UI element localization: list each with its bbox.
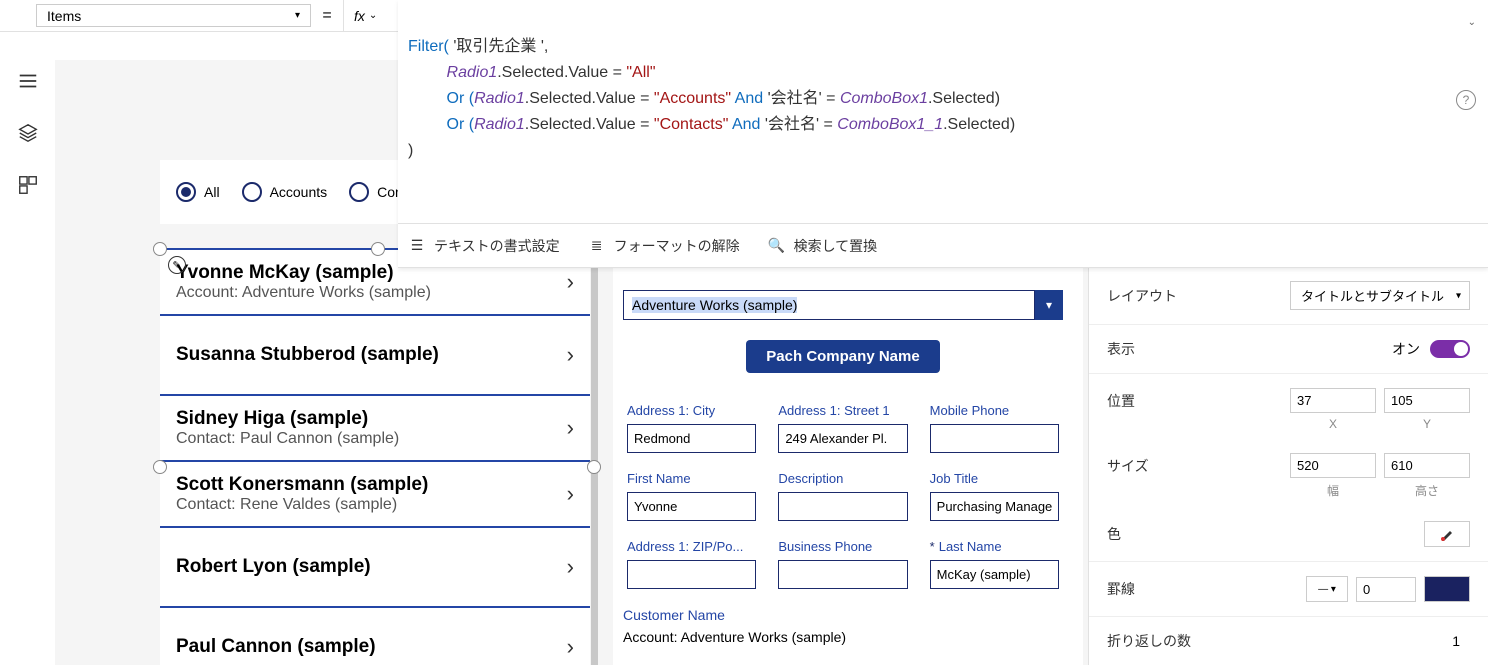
find-replace-button[interactable]: 🔍 検索して置換 xyxy=(768,236,878,256)
radio-all[interactable]: All xyxy=(176,182,220,202)
search-icon: 🔍 xyxy=(768,237,786,255)
field-first-name: First Name xyxy=(627,471,756,521)
x-input[interactable] xyxy=(1290,388,1376,413)
chevron-right-icon: › xyxy=(567,415,574,441)
border-color-picker[interactable] xyxy=(1424,576,1470,602)
zip-input[interactable] xyxy=(627,560,756,589)
layout-label: レイアウト xyxy=(1107,286,1177,306)
layers-icon[interactable] xyxy=(17,122,39,144)
formula-editor[interactable]: Filter( '取引先企業 ', Radio1.Selected.Value … xyxy=(398,0,1488,268)
scrollbar[interactable] xyxy=(591,248,598,665)
job-title-input[interactable] xyxy=(930,492,1059,521)
address-city-input[interactable] xyxy=(627,424,756,453)
mobile-phone-input[interactable] xyxy=(930,424,1059,453)
patch-button[interactable]: Pach Company Name xyxy=(746,340,939,373)
list-item[interactable]: Robert Lyon (sample) › xyxy=(160,528,590,608)
border-label: 罫線 xyxy=(1107,579,1135,599)
gallery-list[interactable]: Yvonne McKay (sample) Account: Adventure… xyxy=(160,248,590,665)
description-input[interactable] xyxy=(778,492,907,521)
color-picker[interactable] xyxy=(1424,521,1470,547)
field-business-phone: Business Phone xyxy=(778,539,907,589)
visible-toggle[interactable] xyxy=(1430,340,1470,358)
field-mobile-phone: Mobile Phone xyxy=(930,403,1059,453)
list-item[interactable]: Scott Konersmann (sample) Contact: Rene … xyxy=(160,462,590,528)
chevron-right-icon: › xyxy=(567,269,574,295)
resize-handle[interactable] xyxy=(153,242,167,256)
resize-handle[interactable] xyxy=(371,242,385,256)
chevron-down-icon[interactable]: ▾ xyxy=(1035,290,1063,320)
chevron-right-icon: › xyxy=(567,342,574,368)
field-job-title: Job Title xyxy=(930,471,1059,521)
last-name-input[interactable] xyxy=(930,560,1059,589)
visible-label: 表示 xyxy=(1107,339,1135,359)
position-label: 位置 xyxy=(1107,391,1135,411)
components-icon[interactable] xyxy=(17,174,39,196)
tree-view-icon[interactable] xyxy=(17,70,39,92)
format-text-icon: ☰ xyxy=(408,237,426,255)
remove-format-icon: ≣ xyxy=(588,237,606,255)
color-label: 色 xyxy=(1107,524,1121,544)
chevron-down-icon: ▾ xyxy=(1456,290,1461,301)
layout-dropdown[interactable]: タイトルとサブタイトル ▾ xyxy=(1290,281,1470,310)
chevron-right-icon: › xyxy=(567,554,574,580)
wrap-count-label: 折り返しの数 xyxy=(1107,631,1191,651)
company-combobox[interactable]: Adventure Works (sample) ▾ xyxy=(623,290,1063,320)
customer-name-block: Customer Name Account: Adventure Works (… xyxy=(623,607,1063,645)
edit-icon[interactable]: ✎ xyxy=(168,256,186,274)
width-input[interactable] xyxy=(1290,453,1376,478)
address-street-input[interactable] xyxy=(778,424,907,453)
chevron-down-icon: ⌄ xyxy=(369,10,377,21)
chevron-down-icon[interactable]: ⌄ xyxy=(1468,10,1476,35)
property-name: Items xyxy=(47,8,81,24)
border-style-dropdown[interactable]: — ▾ xyxy=(1306,576,1348,602)
fx-button[interactable]: fx⌄ xyxy=(343,0,387,31)
resize-handle[interactable] xyxy=(153,460,167,474)
field-description: Description xyxy=(778,471,907,521)
list-item[interactable]: Paul Cannon (sample) › xyxy=(160,608,590,665)
help-icon[interactable]: ? xyxy=(1456,90,1476,110)
field-zip: Address 1: ZIP/Po... xyxy=(627,539,756,589)
list-item[interactable]: Sidney Higa (sample) Contact: Paul Canno… xyxy=(160,396,590,462)
equals-label: = xyxy=(311,0,343,31)
border-width-input[interactable] xyxy=(1356,577,1416,602)
list-item[interactable]: Susanna Stubberod (sample) › xyxy=(160,316,590,396)
chevron-right-icon: › xyxy=(567,634,574,660)
field-last-name: *Last Name xyxy=(930,539,1059,589)
height-input[interactable] xyxy=(1384,453,1470,478)
properties-panel: フィールド 編集 レイアウト タイトルとサブタイトル ▾ 表示 オン 位置 XY… xyxy=(1088,218,1488,665)
remove-format-button[interactable]: ≣ フォーマットの解除 xyxy=(588,236,740,256)
resize-handle[interactable] xyxy=(587,460,601,474)
y-input[interactable] xyxy=(1384,388,1470,413)
property-dropdown[interactable]: Items ▾ xyxy=(36,4,311,27)
chevron-down-icon: ▾ xyxy=(295,10,300,21)
size-label: サイズ xyxy=(1107,456,1149,476)
chevron-right-icon: › xyxy=(567,481,574,507)
format-text-button[interactable]: ☰ テキストの書式設定 xyxy=(408,236,560,256)
business-phone-input[interactable] xyxy=(778,560,907,589)
field-address-city: Address 1: City xyxy=(627,403,756,453)
formula-text[interactable]: Filter( '取引先企業 ', Radio1.Selected.Value … xyxy=(398,0,1488,223)
radio-accounts[interactable]: Accounts xyxy=(242,182,328,202)
field-address-street: Address 1: Street 1 xyxy=(778,403,907,453)
first-name-input[interactable] xyxy=(627,492,756,521)
